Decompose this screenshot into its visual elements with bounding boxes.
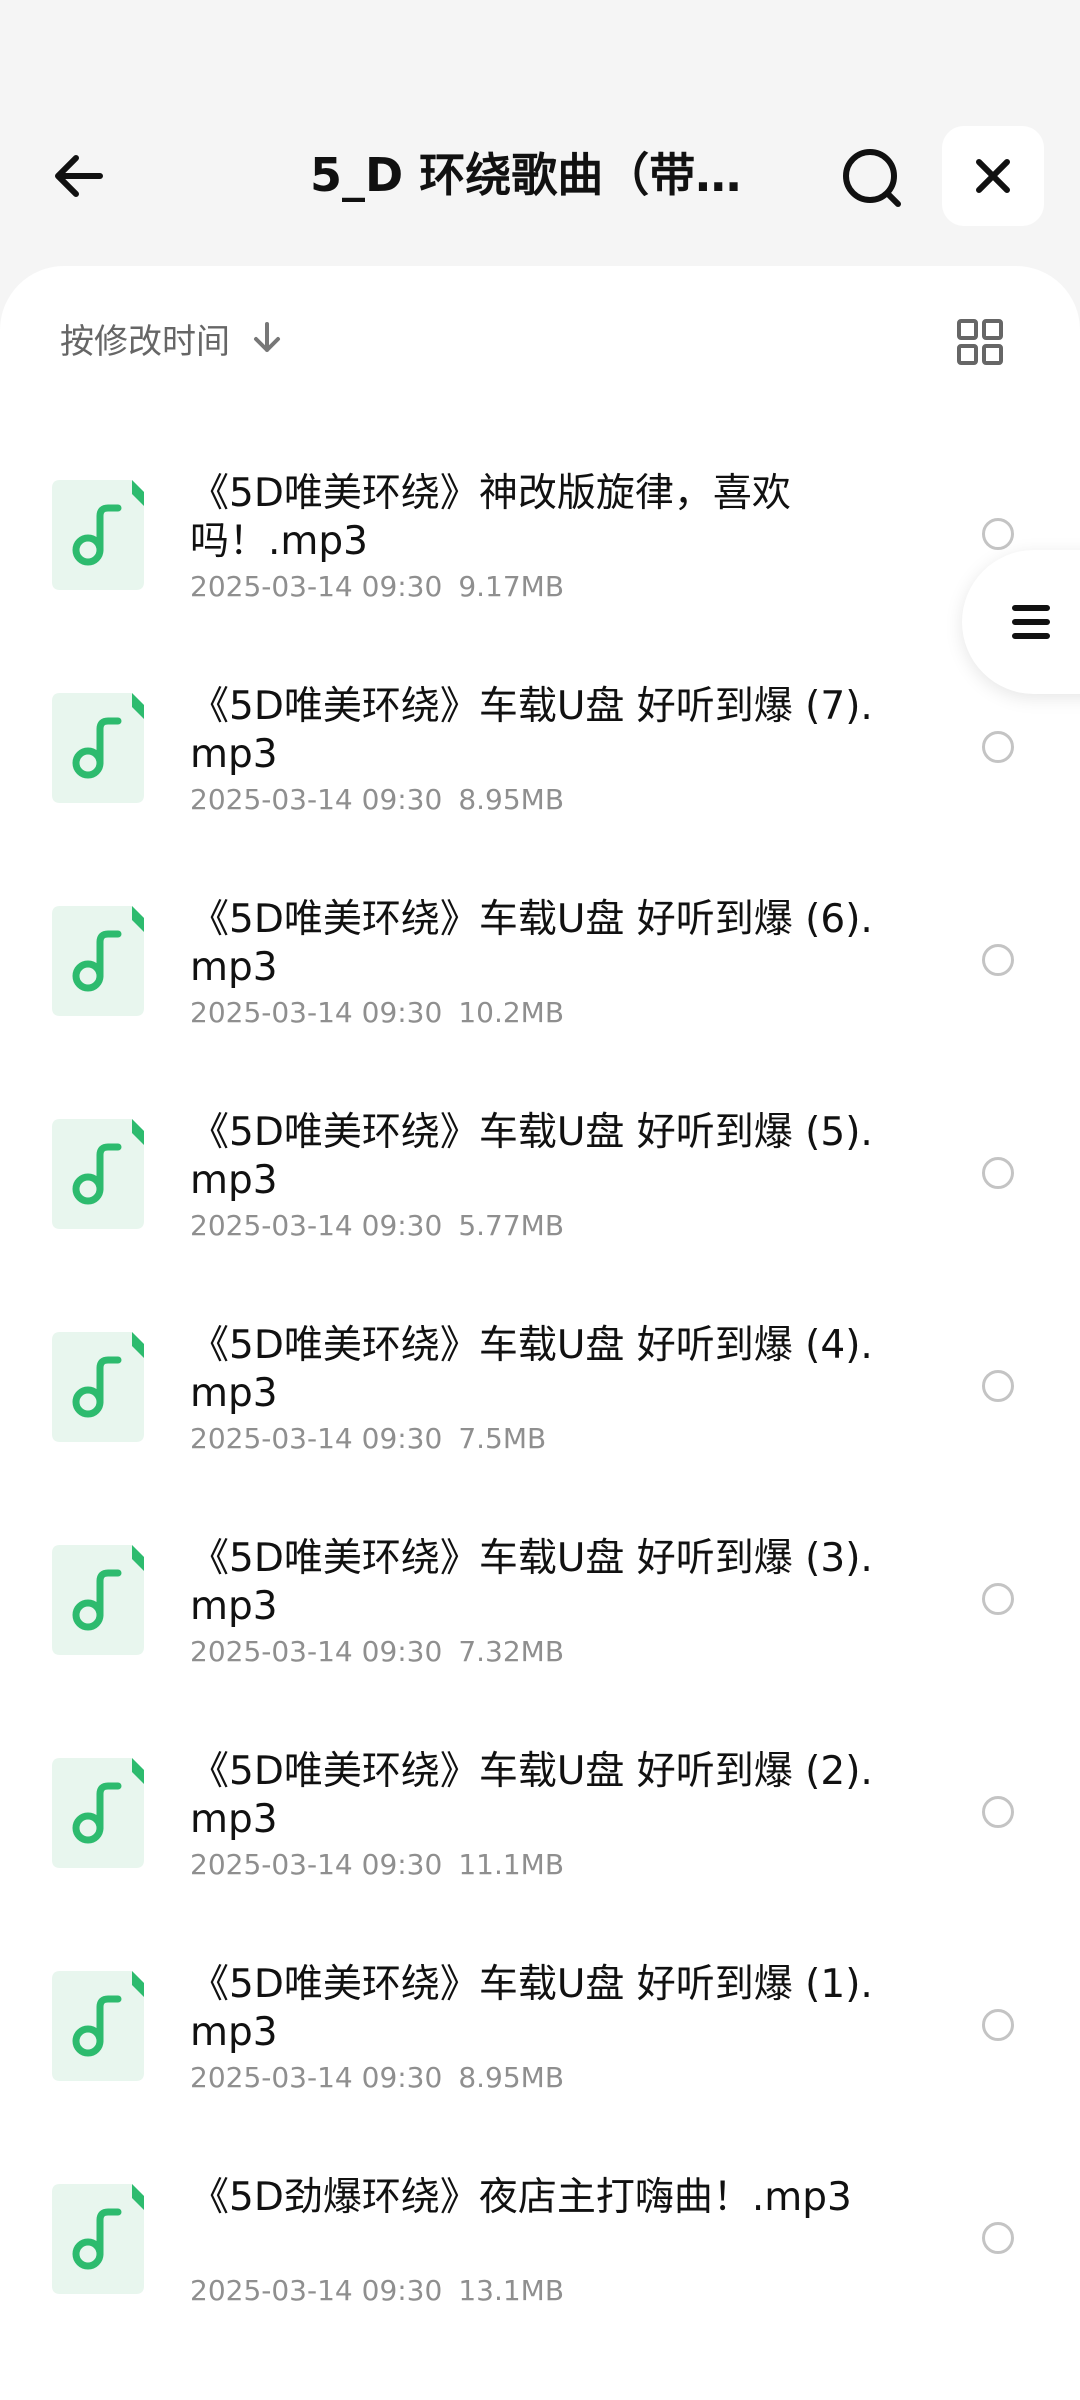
music-file-icon — [52, 1545, 144, 1655]
arrow-left-icon — [55, 155, 103, 197]
file-browser-screen: 5_D 环绕歌曲（带… 按修改时间 《5D唯美环绕》神改版旋律，喜欢吗！.mp3… — [0, 0, 1080, 2400]
music-file-icon — [52, 480, 144, 590]
file-size: 7.32MB — [458, 1635, 565, 1668]
file-meta: 2025-03-14 09:30 7.32MB — [190, 1635, 564, 1668]
top-bar: 5_D 环绕歌曲（带… — [0, 0, 1080, 268]
file-date: 2025-03-14 09:30 — [190, 1209, 443, 1242]
select-checkbox[interactable] — [982, 1157, 1014, 1189]
file-size: 11.1MB — [458, 1848, 565, 1881]
file-name: 《5D唯美环绕》车载U盘 好听到爆 (6).mp3 — [190, 897, 873, 990]
file-row[interactable]: 《5D唯美环绕》车载U盘 好听到爆 (2).mp3 2025-03-14 09:… — [0, 1730, 1080, 1943]
file-date: 2025-03-14 09:30 — [190, 996, 443, 1029]
select-checkbox[interactable] — [982, 1370, 1014, 1402]
search-icon — [843, 149, 901, 207]
music-file-icon — [52, 1332, 144, 1442]
file-size: 7.5MB — [458, 1422, 547, 1455]
file-row[interactable]: 《5D唯美环绕》神改版旋律，喜欢吗！.mp3 2025-03-14 09:30 9… — [0, 452, 1080, 665]
file-meta: 2025-03-14 09:30 10.2MB — [190, 996, 564, 1029]
file-row[interactable]: 《5D唯美环绕》车载U盘 好听到爆 (1).mp3 2025-03-14 09:… — [0, 1943, 1080, 2156]
file-name: 《5D唯美环绕》车载U盘 好听到爆 (1).mp3 — [190, 1962, 873, 2055]
file-date: 2025-03-14 09:30 — [190, 1422, 443, 1455]
file-row[interactable]: 《5D唯美环绕》车载U盘 好听到爆 (6).mp3 2025-03-14 09:… — [0, 878, 1080, 1091]
file-size: 8.95MB — [458, 783, 565, 816]
file-meta: 2025-03-14 09:30 9.17MB — [190, 570, 564, 603]
music-file-icon — [52, 1119, 144, 1229]
music-file-icon — [52, 906, 144, 1016]
file-date: 2025-03-14 09:30 — [190, 2061, 443, 2094]
file-size: 13.1MB — [458, 2274, 565, 2307]
file-date: 2025-03-14 09:30 — [190, 2274, 443, 2307]
sort-control[interactable]: 按修改时间 — [60, 310, 282, 366]
select-checkbox[interactable] — [982, 1583, 1014, 1615]
file-size: 8.95MB — [458, 2061, 565, 2094]
select-checkbox[interactable] — [982, 2222, 1014, 2254]
file-date: 2025-03-14 09:30 — [190, 570, 443, 603]
music-file-icon — [52, 1971, 144, 2081]
music-file-icon — [52, 693, 144, 803]
file-meta: 2025-03-14 09:30 8.95MB — [190, 2061, 564, 2094]
file-row[interactable]: 《5D唯美环绕》车载U盘 好听到爆 (3).mp3 2025-03-14 09:… — [0, 1517, 1080, 1730]
file-row[interactable]: 《5D唯美环绕》车载U盘 好听到爆 (4).mp3 2025-03-14 09:… — [0, 1304, 1080, 1517]
grid-view-icon — [957, 319, 1003, 365]
arrow-down-icon — [252, 321, 282, 355]
file-name: 《5D唯美环绕》车载U盘 好听到爆 (2).mp3 — [190, 1749, 873, 1842]
page-title: 5_D 环绕歌曲（带… — [310, 148, 742, 202]
file-meta: 2025-03-14 09:30 8.95MB — [190, 783, 564, 816]
file-name: 《5D唯美环绕》车载U盘 好听到爆 (3).mp3 — [190, 1536, 873, 1629]
file-name: 《5D唯美环绕》车载U盘 好听到爆 (4).mp3 — [190, 1323, 873, 1416]
file-size: 5.77MB — [458, 1209, 565, 1242]
menu-lines-icon — [1012, 605, 1050, 639]
music-file-icon — [52, 2184, 144, 2294]
file-name: 《5D唯美环绕》神改版旋律，喜欢吗！.mp3 — [190, 471, 791, 564]
music-file-icon — [52, 1758, 144, 1868]
file-list: 《5D唯美环绕》神改版旋律，喜欢吗！.mp3 2025-03-14 09:30 9… — [0, 452, 1080, 2369]
select-checkbox[interactable] — [982, 1796, 1014, 1828]
file-row[interactable]: 《5D劲爆环绕》夜店主打嗨曲！.mp3 2025-03-14 09:30 13.1… — [0, 2156, 1080, 2369]
file-list-panel: 按修改时间 《5D唯美环绕》神改版旋律，喜欢吗！.mp3 2025-03-14 … — [0, 266, 1080, 2400]
search-button[interactable] — [832, 138, 912, 218]
file-name: 《5D唯美环绕》车载U盘 好听到爆 (5).mp3 — [190, 1110, 873, 1203]
select-checkbox[interactable] — [982, 518, 1014, 550]
file-meta: 2025-03-14 09:30 11.1MB — [190, 1848, 564, 1881]
file-name: 《5D劲爆环绕》夜店主打嗨曲！.mp3 — [190, 2175, 852, 2220]
file-row[interactable]: 《5D唯美环绕》车载U盘 好听到爆 (5).mp3 2025-03-14 09:… — [0, 1091, 1080, 1304]
select-checkbox[interactable] — [982, 731, 1014, 763]
file-size: 10.2MB — [458, 996, 565, 1029]
close-icon — [976, 159, 1010, 193]
file-date: 2025-03-14 09:30 — [190, 1635, 443, 1668]
file-date: 2025-03-14 09:30 — [190, 783, 443, 816]
file-name: 《5D唯美环绕》车载U盘 好听到爆 (7).mp3 — [190, 684, 873, 777]
file-date: 2025-03-14 09:30 — [190, 1848, 443, 1881]
select-checkbox[interactable] — [982, 2009, 1014, 2041]
file-meta: 2025-03-14 09:30 7.5MB — [190, 1422, 546, 1455]
file-meta: 2025-03-14 09:30 5.77MB — [190, 1209, 564, 1242]
close-button[interactable] — [942, 126, 1044, 226]
grid-view-button[interactable] — [956, 312, 1004, 372]
file-row[interactable]: 《5D唯美环绕》车载U盘 好听到爆 (7).mp3 2025-03-14 09:… — [0, 665, 1080, 878]
file-meta: 2025-03-14 09:30 13.1MB — [190, 2274, 564, 2307]
back-button[interactable] — [40, 136, 120, 216]
sort-label: 按修改时间 — [60, 321, 230, 362]
file-size: 9.17MB — [458, 570, 565, 603]
select-checkbox[interactable] — [982, 944, 1014, 976]
